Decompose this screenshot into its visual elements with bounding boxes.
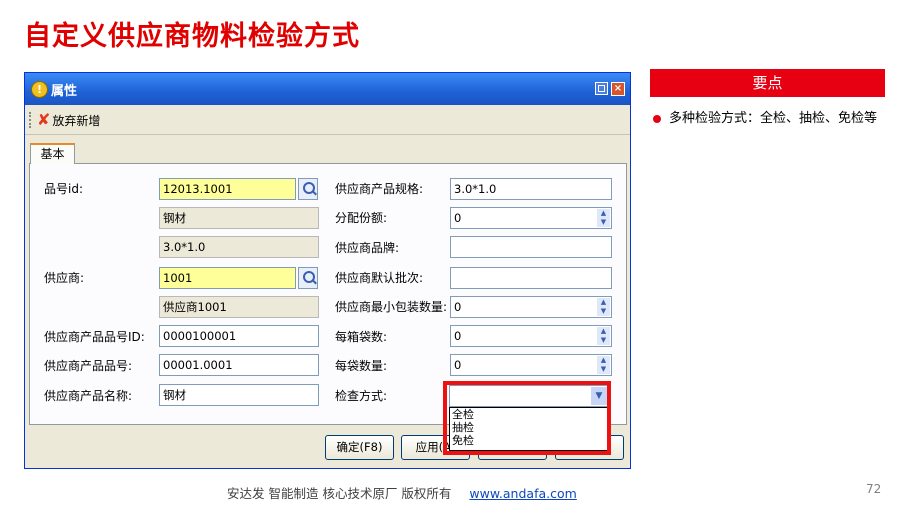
cancel-x-icon: ✘ [37, 110, 51, 129]
min-pack-spin-arrows-icon[interactable]: ▲ ▼ [597, 298, 610, 316]
per-bag-spin-arrows-icon[interactable]: ▲ ▼ [597, 356, 610, 374]
supplier-field[interactable]: 1001 [159, 267, 296, 289]
alloc-spin-arrows-icon[interactable]: ▲ ▼ [597, 209, 610, 227]
inspect-label: 检查方式: [335, 389, 388, 403]
per-box-spin-arrows-icon[interactable]: ▲ ▼ [597, 327, 610, 345]
min-pack-label: 供应商最小包装数量: [335, 300, 448, 314]
toolbar-grip-icon [29, 112, 33, 128]
footer: 安达发 智能制造 核心技术原厂 版权所有 www.andafa.com [227, 483, 577, 502]
alloc-label: 分配份额: [335, 211, 388, 225]
restore-icon[interactable] [595, 82, 608, 95]
per-bag-spinner[interactable]: 0 ▲ ▼ [450, 354, 612, 376]
tab-basic[interactable]: 基本 [30, 143, 75, 164]
part-name-field: 钢材 [159, 207, 319, 229]
bullet-dot-icon [653, 115, 661, 123]
part-spec-field: 3.0*1.0 [159, 236, 319, 258]
sup-part-name-label: 供应商产品名称: [44, 389, 133, 403]
info-icon: ! [31, 81, 48, 98]
alloc-value: 0 [454, 211, 462, 225]
supplier-lookup-search-icon[interactable] [298, 267, 318, 289]
alloc-spinner[interactable]: 0 ▲ ▼ [450, 207, 612, 229]
ok-button[interactable]: 确定(F8) [325, 435, 394, 460]
keypoint-bullet: 多种检验方式：全检、抽检、免检等 [669, 111, 878, 126]
dialog-title: 属性 [51, 84, 78, 99]
dialog-titlebar: ! 属性 × [25, 73, 630, 105]
sup-spec-label: 供应商产品规格: [335, 182, 424, 196]
keypoints-header: 要点 [650, 69, 885, 97]
highlight-box [443, 381, 611, 455]
per-box-label: 每箱袋数: [335, 330, 388, 344]
page-number: 72 [866, 482, 882, 496]
dialog-toolbar: ✘ 放弃新增 [25, 106, 630, 135]
brand-label: 供应商品牌: [335, 241, 400, 255]
sup-part-name-field[interactable]: 钢材 [159, 384, 319, 406]
part-no-label: 品号id: [44, 182, 83, 196]
footer-website-link[interactable]: www.andafa.com [469, 486, 576, 501]
part-no-field[interactable]: 12013.1001 [159, 178, 296, 200]
close-icon[interactable]: × [611, 82, 625, 96]
min-pack-value: 0 [454, 300, 462, 314]
per-bag-value: 0 [454, 358, 462, 372]
abandon-new-label: 放弃新增 [52, 113, 101, 128]
sup-part-id-label: 供应商产品品号ID: [44, 330, 145, 344]
supplier-name-field: 供应商1001 [159, 296, 319, 318]
footer-copyright: 安达发 智能制造 核心技术原厂 版权所有 [227, 486, 452, 501]
default-batch-field[interactable] [450, 267, 612, 289]
min-pack-spinner[interactable]: 0 ▲ ▼ [450, 296, 612, 318]
sup-part-no-label: 供应商产品品号: [44, 359, 133, 373]
per-box-value: 0 [454, 329, 462, 343]
abandon-new-button[interactable]: ✘ 放弃新增 [37, 111, 100, 129]
sup-part-no-field[interactable]: 00001.0001 [159, 354, 319, 376]
per-bag-label: 每袋数量: [335, 359, 388, 373]
sup-part-id-field[interactable]: 0000100001 [159, 325, 319, 347]
supplier-label: 供应商: [44, 271, 85, 285]
default-batch-label: 供应商默认批次: [335, 271, 424, 285]
properties-dialog: ! 属性 × ✘ 放弃新增 基本 品号id: 12013.1001 钢材 3.0… [24, 72, 631, 469]
slide-title: 自定义供应商物料检验方式 [24, 21, 360, 52]
sup-spec-field[interactable]: 3.0*1.0 [450, 178, 612, 200]
per-box-spinner[interactable]: 0 ▲ ▼ [450, 325, 612, 347]
brand-field[interactable] [450, 236, 612, 258]
part-lookup-search-icon[interactable] [298, 178, 318, 200]
